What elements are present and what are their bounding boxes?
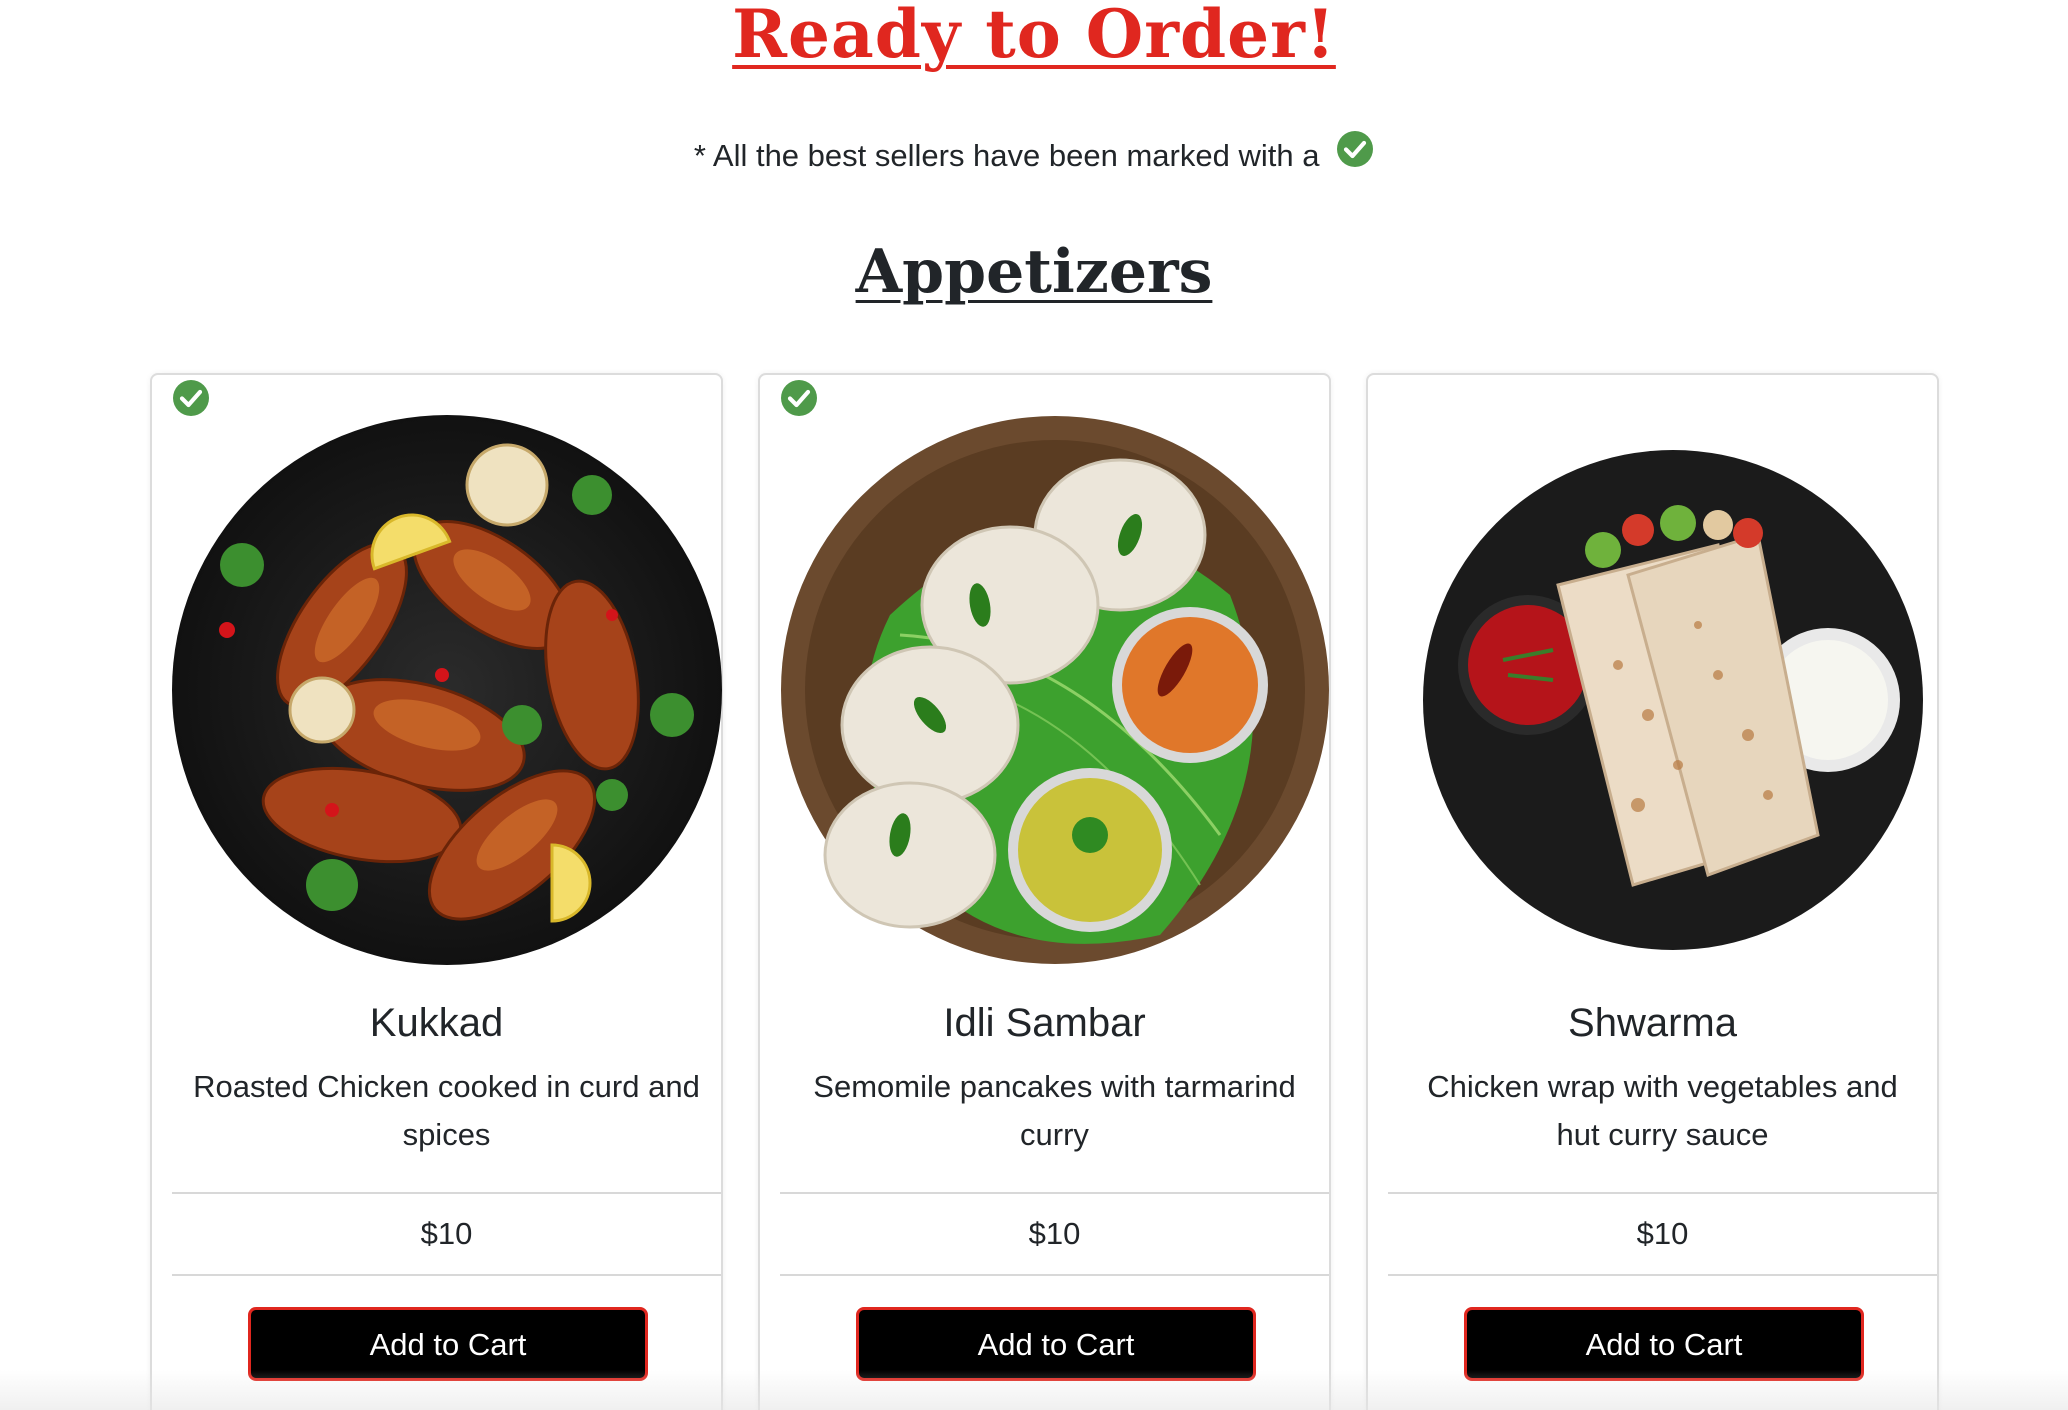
dish-description: Chicken wrap with vegetables and hut cur… <box>1427 1069 1898 1152</box>
dish-name: Kukkad <box>369 1001 504 1045</box>
dish-price: $10 <box>780 1192 1329 1276</box>
best-seller-check-icon <box>172 379 210 417</box>
dish-description: Roasted Chicken cooked in curd and spice… <box>193 1069 700 1152</box>
section-title-appetizers: Appetizers <box>855 237 1213 307</box>
check-circle-icon <box>1336 130 1374 180</box>
page-title: Ready to Order! <box>732 0 1336 73</box>
idli-sambar-image <box>780 415 1330 965</box>
menu-card: Shwarma Chicken wrap with vegetables and… <box>1366 373 1939 1410</box>
price-text: $10 <box>420 1216 473 1251</box>
shwarma-image <box>1388 415 1938 965</box>
price-text: $10 <box>1636 1216 1689 1251</box>
bottom-fade <box>0 1370 2068 1410</box>
dish-description: Semomile pancakes with tarmarind curry <box>813 1069 1296 1152</box>
menu-page: Ready to Order! * All the best sellers h… <box>0 0 2068 1410</box>
best-seller-note: * All the best sellers have been marked … <box>0 130 2068 180</box>
menu-card: Kukkad Roasted Chicken cooked in curd an… <box>150 373 723 1410</box>
best-seller-check-icon <box>780 379 818 417</box>
dish-name: Shwarma <box>1568 1001 1737 1045</box>
best-seller-note-text: * All the best sellers have been marked … <box>693 138 1320 173</box>
dish-price: $10 <box>172 1192 721 1276</box>
dish-price: $10 <box>1388 1192 1937 1276</box>
dish-name: Idli Sambar <box>943 1001 1146 1045</box>
menu-card: Idli Sambar Semomile pancakes with tarma… <box>758 373 1331 1410</box>
price-text: $10 <box>1028 1216 1081 1251</box>
roasted-chicken-image <box>172 415 722 965</box>
